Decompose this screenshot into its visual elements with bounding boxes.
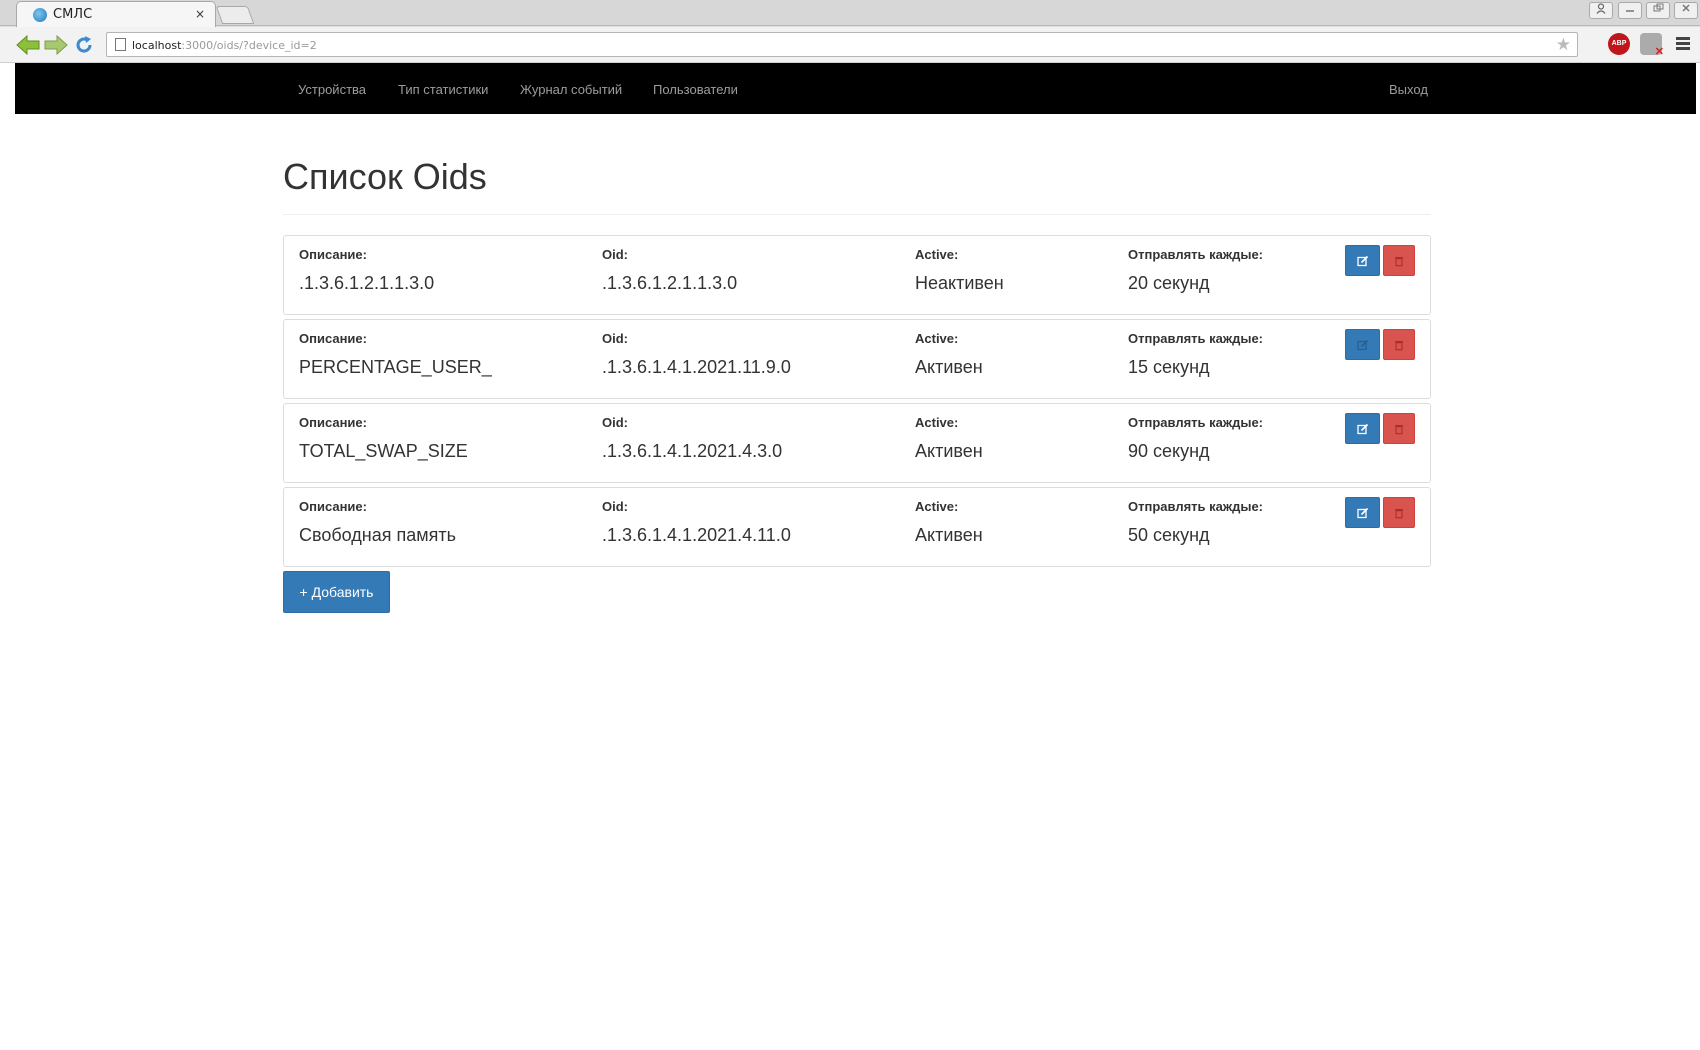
delete-button[interactable] xyxy=(1383,245,1415,276)
oid-card: Описание: Oid: Active: Отправлять каждые… xyxy=(283,487,1431,567)
oid-label: Oid: xyxy=(602,499,628,514)
description-label: Описание: xyxy=(299,247,367,262)
page-icon xyxy=(115,38,126,51)
active-label: Active: xyxy=(915,247,959,262)
title-divider xyxy=(283,214,1431,215)
logout-link[interactable]: Выход xyxy=(1389,82,1428,97)
delete-button[interactable] xyxy=(1383,329,1415,360)
oid-value: .1.3.6.1.4.1.2021.4.11.0 xyxy=(602,525,791,545)
edit-icon xyxy=(1356,339,1368,350)
interval-label: Отправлять каждые: xyxy=(1128,331,1264,346)
minimize-icon[interactable] xyxy=(1618,2,1642,19)
edit-button[interactable] xyxy=(1345,329,1380,360)
trash-icon xyxy=(1395,424,1403,434)
trash-icon xyxy=(1395,340,1403,350)
page-title: Список Oids xyxy=(283,156,487,197)
extension-icon[interactable] xyxy=(1640,33,1664,58)
interval-value: 90 секунд xyxy=(1128,441,1210,461)
top-navbar: Устройства Тип статистики Журнал событий… xyxy=(15,63,1696,114)
edit-button[interactable] xyxy=(1345,245,1380,276)
new-tab-button[interactable] xyxy=(215,6,255,24)
oid-label: Oid: xyxy=(602,331,628,346)
active-value: Неактивен xyxy=(915,273,1004,293)
edit-button[interactable] xyxy=(1345,497,1380,528)
oid-value: .1.3.6.1.4.1.2021.4.3.0 xyxy=(602,441,783,461)
description-value: TOTAL_SWAP_SIZE xyxy=(299,441,468,461)
description-label: Описание: xyxy=(299,499,367,514)
nav-item-event-log[interactable]: Журнал событий xyxy=(520,82,622,97)
add-oid-button[interactable]: + Добавить xyxy=(283,571,390,613)
interval-value: 50 секунд xyxy=(1128,525,1210,545)
nav-item-statistics-type[interactable]: Тип статистики xyxy=(398,82,488,97)
oid-card: Описание: Oid: Active: Отправлять каждые… xyxy=(283,319,1431,399)
oid-value: .1.3.6.1.2.1.1.3.0 xyxy=(602,273,738,293)
edit-icon xyxy=(1356,507,1368,518)
oid-card: Описание: Oid: Active: Отправлять каждые… xyxy=(283,235,1431,315)
description-value: .1.3.6.1.2.1.1.3.0 xyxy=(299,273,435,293)
url-text: localhost:3000/oids/?device_id=2 xyxy=(132,39,317,52)
url-path: :3000/oids/?device_id=2 xyxy=(181,39,317,52)
oid-label: Oid: xyxy=(602,415,628,430)
browser-chrome: СМЛС × localhost:3000/oids/?device_id=2 … xyxy=(0,0,1700,63)
bookmark-star-icon[interactable]: ★ xyxy=(1556,35,1571,55)
tab-title: СМЛС xyxy=(53,7,93,22)
interval-label: Отправлять каждые: xyxy=(1128,247,1264,262)
description-label: Описание: xyxy=(299,415,367,430)
globe-icon xyxy=(33,8,47,22)
active-label: Active: xyxy=(915,415,959,430)
adblock-icon[interactable]: ABP xyxy=(1608,33,1630,55)
oid-card: Описание: Oid: Active: Отправлять каждые… xyxy=(283,403,1431,483)
active-value: Активен xyxy=(915,357,983,377)
description-value: Свободная память xyxy=(299,525,456,545)
profile-icon[interactable] xyxy=(1589,2,1613,19)
active-label: Active: xyxy=(915,499,959,514)
interval-label: Отправлять каждые: xyxy=(1128,499,1264,514)
edit-button[interactable] xyxy=(1345,413,1380,444)
nav-item-devices[interactable]: Устройства xyxy=(298,82,366,97)
browser-toolbar: localhost:3000/oids/?device_id=2 ★ ABP xyxy=(0,27,1700,63)
restore-icon[interactable] xyxy=(1646,2,1670,19)
active-value: Активен xyxy=(915,441,983,461)
interval-value: 15 секунд xyxy=(1128,357,1210,377)
nav-item-users[interactable]: Пользователи xyxy=(653,82,738,97)
edit-icon xyxy=(1356,423,1368,434)
address-bar[interactable]: localhost:3000/oids/?device_id=2 ★ xyxy=(106,32,1578,57)
edit-icon xyxy=(1356,255,1368,266)
tab-close-icon[interactable]: × xyxy=(195,7,205,21)
close-window-icon[interactable] xyxy=(1674,2,1698,19)
delete-button[interactable] xyxy=(1383,497,1415,528)
forward-arrow-icon[interactable] xyxy=(44,35,68,55)
back-arrow-icon[interactable] xyxy=(16,35,40,55)
description-value: PERCENTAGE_USER_ xyxy=(299,357,492,377)
tab-strip: СМЛС × xyxy=(0,0,1700,27)
active-label: Active: xyxy=(915,331,959,346)
menu-icon[interactable] xyxy=(1676,37,1690,50)
trash-icon xyxy=(1395,256,1403,266)
delete-button[interactable] xyxy=(1383,413,1415,444)
browser-tab[interactable]: СМЛС × xyxy=(16,1,216,27)
reload-icon[interactable] xyxy=(74,35,94,55)
oid-label: Oid: xyxy=(602,247,628,262)
interval-value: 20 секунд xyxy=(1128,273,1210,293)
interval-label: Отправлять каждые: xyxy=(1128,415,1264,430)
active-value: Активен xyxy=(915,525,983,545)
url-host: localhost xyxy=(132,39,182,52)
description-label: Описание: xyxy=(299,331,367,346)
trash-icon xyxy=(1395,508,1403,518)
oid-value: .1.3.6.1.4.1.2021.11.9.0 xyxy=(602,357,791,377)
